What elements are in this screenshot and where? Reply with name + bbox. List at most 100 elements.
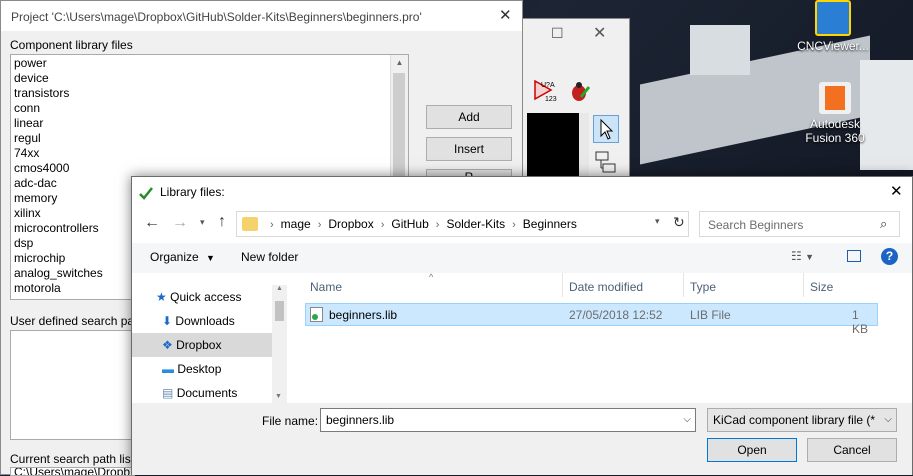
file-type-select[interactable]: KiCad component library file (* ⌵ — [707, 408, 897, 432]
nav-label: Documents — [176, 386, 238, 400]
new-folder-button[interactable]: New folder — [241, 250, 298, 264]
nav-documents[interactable]: ▤ Documents — [162, 381, 237, 401]
breadcrumb-item[interactable]: GitHub — [391, 217, 428, 231]
desktop-icon-label: CNCViewer... — [797, 39, 869, 53]
maximize-icon[interactable]: ☐ — [551, 25, 564, 42]
column-type[interactable]: Type — [690, 280, 716, 294]
desktop-icon-cncviewer[interactable]: CNCViewer... — [793, 0, 873, 53]
recent-dropdown-icon[interactable]: ▾ — [200, 217, 205, 228]
add-button[interactable]: Add — [426, 105, 512, 129]
svg-text:123: 123 — [545, 96, 557, 103]
chevron-down-icon[interactable]: ⌵ — [882, 409, 892, 431]
breadcrumb-separator-icon[interactable]: › — [381, 219, 385, 231]
library-list-item[interactable]: linear — [11, 116, 408, 131]
file-name-input[interactable]: beginners.lib ⌵ — [320, 408, 696, 432]
library-files-dialog: Library files: ✕ ← → ▾ ↑ › mage › Dropbox › G… — [131, 176, 913, 475]
close-icon[interactable]: ✕ — [890, 182, 903, 200]
organize-menu[interactable]: Organize ▼ — [150, 250, 215, 264]
library-list-item[interactable]: 74xx — [11, 146, 408, 161]
place-component-icon[interactable]: U?A 123 — [531, 77, 559, 103]
breadcrumb-separator-icon[interactable]: › — [270, 219, 274, 231]
file-type: LIB File — [690, 308, 731, 322]
breadcrumb-separator-icon[interactable]: › — [436, 219, 440, 231]
address-bar[interactable]: › mage › Dropbox › GitHub › Solder-Kits › Beginne… — [236, 211, 689, 237]
nav-quick-access[interactable]: ★ Quick access — [156, 285, 241, 309]
search-box[interactable]: Search Beginners ⌕ — [699, 211, 900, 237]
chevron-down-icon: ▼ — [206, 253, 215, 263]
cncviewer-icon — [815, 0, 851, 36]
address-dropdown-icon[interactable]: ▾ — [655, 216, 660, 227]
nav-dropbox[interactable]: ❖ Dropbox — [132, 333, 272, 357]
sort-indicator-icon: ^ — [429, 272, 434, 282]
view-options-icon[interactable]: ☷ ▼ — [791, 249, 814, 263]
current-search-path-label: Current search path list — [10, 452, 135, 466]
search-icon[interactable]: ⌕ — [880, 216, 887, 232]
dialog-app-icon — [138, 185, 154, 201]
breadcrumb-item[interactable]: Solder-Kits — [446, 217, 505, 231]
chevron-down-icon[interactable]: ⌵ — [683, 409, 691, 431]
nav-desktop[interactable]: ▬ Desktop — [162, 357, 221, 381]
desktop-icon-fusion360[interactable]: Autodesk Fusion 360 — [795, 82, 875, 145]
breadcrumb-separator-icon[interactable]: › — [318, 219, 322, 231]
user-search-path-label: User defined search pat — [10, 314, 138, 328]
help-icon[interactable]: ? — [881, 248, 898, 265]
scrollbar-thumb[interactable] — [275, 301, 284, 321]
forward-arrow-icon[interactable]: → — [172, 214, 188, 232]
select-tool-icon[interactable] — [593, 115, 619, 143]
insert-button[interactable]: Insert — [426, 137, 512, 161]
nav-scrollbar[interactable]: ▲ ▼ — [272, 285, 287, 415]
file-row[interactable]: beginners.lib 27/05/2018 12:52 LIB File … — [305, 303, 878, 336]
canvas-scrollbar[interactable] — [579, 113, 589, 181]
close-icon[interactable]: ✕ — [593, 23, 606, 43]
file-date: 27/05/2018 12:52 — [569, 308, 663, 322]
hierarchy-icon[interactable] — [593, 149, 619, 177]
desktop-icon-label: Autodesk Fusion 360 — [805, 117, 865, 145]
bug-check-icon[interactable] — [567, 79, 591, 103]
folder-icon — [242, 217, 258, 231]
library-list-item[interactable]: regul — [11, 131, 408, 146]
user-search-path-list[interactable] — [10, 330, 135, 440]
back-arrow-icon[interactable]: ← — [144, 214, 160, 232]
library-list-item[interactable]: transistors — [11, 86, 408, 101]
breadcrumb-item[interactable]: mage — [281, 217, 311, 231]
schematic-canvas[interactable] — [527, 113, 579, 181]
breadcrumb: › mage › Dropbox › GitHub › Solder-Kits › Beginne… — [263, 217, 577, 231]
eeschema-window: ☐ ✕ U?A 123 — [520, 18, 630, 182]
project-dialog-titlebar: Project 'C:\Users\mage\Dropbox\GitHub\So… — [1, 1, 522, 31]
nav-label: Desktop — [177, 362, 222, 376]
nav-label: Dropbox — [176, 338, 222, 352]
preview-pane-icon[interactable] — [847, 250, 861, 262]
breadcrumb-item[interactable]: Beginners — [523, 217, 577, 231]
lib-file-icon — [310, 307, 323, 322]
component-library-label: Component library files — [10, 38, 133, 52]
breadcrumb-item[interactable]: Dropbox — [328, 217, 373, 231]
file-size: 1 KB — [852, 308, 869, 336]
open-button[interactable]: Open — [707, 438, 797, 462]
close-icon[interactable]: ✕ — [499, 6, 512, 24]
breadcrumb-separator-icon[interactable]: › — [512, 219, 516, 231]
dropbox-icon: ❖ — [162, 338, 173, 352]
organize-label: Organize — [150, 250, 199, 264]
fusion360-icon — [819, 82, 851, 114]
column-date-modified[interactable]: Date modified — [569, 280, 643, 294]
library-list-item[interactable]: conn — [11, 101, 408, 116]
search-input[interactable]: Search Beginners — [708, 218, 803, 232]
up-arrow-icon[interactable]: ↑ — [218, 213, 226, 231]
library-list-item[interactable]: device — [11, 71, 408, 86]
star-icon: ★ — [156, 290, 167, 304]
library-list-item[interactable]: power — [11, 56, 408, 71]
file-dialog-title: Library files: — [160, 185, 225, 199]
refresh-icon[interactable]: ↻ — [673, 214, 685, 231]
desktop-icon: ▬ — [162, 362, 174, 376]
column-name[interactable]: Name — [310, 280, 342, 294]
column-size[interactable]: Size — [810, 280, 833, 294]
svg-text:U?A: U?A — [541, 82, 555, 89]
library-list-item[interactable]: cmos4000 — [11, 161, 408, 176]
wallpaper-ship-tower — [690, 25, 750, 75]
file-name: beginners.lib — [329, 308, 398, 322]
download-icon: ⬇ — [162, 314, 173, 328]
project-dialog-title: Project 'C:\Users\mage\Dropbox\GitHub\So… — [11, 10, 422, 24]
file-name-label: File name: — [262, 414, 319, 428]
nav-downloads[interactable]: ⬇ Downloads — [162, 309, 235, 333]
cancel-button[interactable]: Cancel — [807, 438, 897, 462]
